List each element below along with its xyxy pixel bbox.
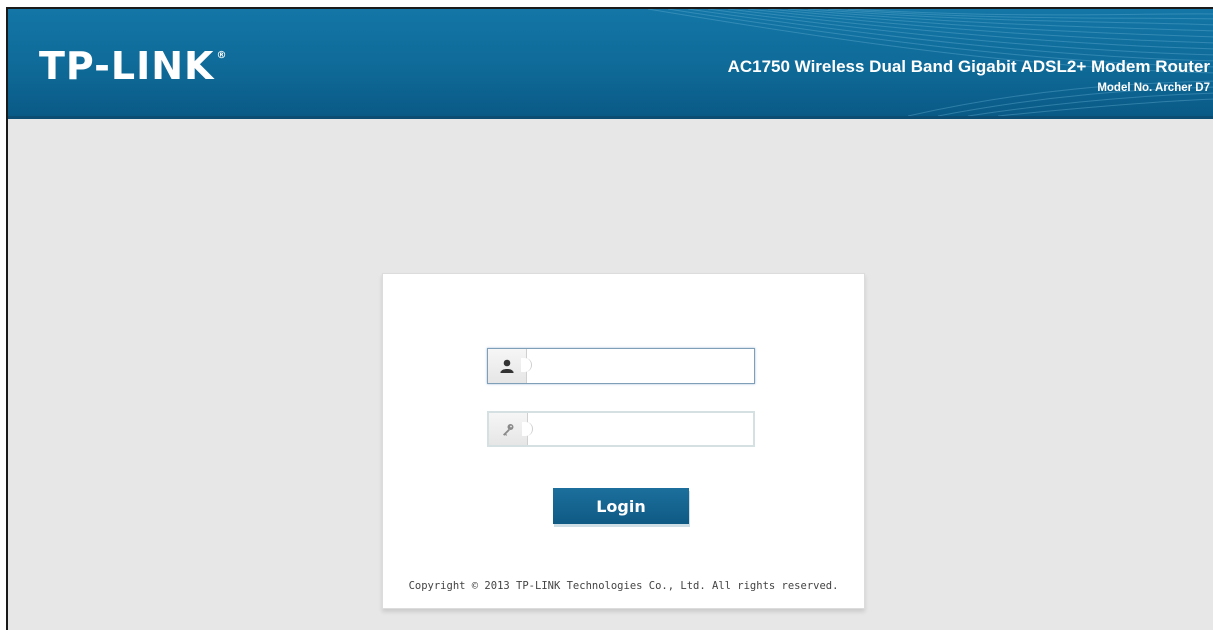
product-title: AC1750 Wireless Dual Band Gigabit ADSL2+… (727, 57, 1210, 76)
login-button[interactable]: Login (553, 488, 689, 524)
tp-link-logo: TP-LINK ® (39, 47, 227, 85)
copyright-text: Copyright © 2013 TP-LINK Technologies Co… (408, 580, 839, 592)
password-input[interactable] (533, 416, 755, 444)
username-field[interactable] (487, 348, 755, 384)
browser-frame: TP-LINK ® AC1750 Wireless Dual Band Gigab… (6, 7, 1213, 630)
header-banner: TP-LINK ® AC1750 Wireless Dual Band Gigab… (8, 9, 1213, 119)
login-panel: Login Copyright © 2013 TP-LINK Technolog… (382, 273, 865, 609)
registered-mark: ® (216, 50, 228, 61)
password-field[interactable] (487, 411, 755, 447)
key-icon (503, 424, 514, 436)
logo-text: TP-LINK (39, 44, 215, 88)
username-input[interactable] (532, 353, 754, 381)
password-icon-box (489, 413, 533, 445)
model-number: Model No. Archer D7 (1097, 82, 1210, 94)
username-icon-box (488, 349, 532, 383)
user-icon (500, 359, 514, 373)
